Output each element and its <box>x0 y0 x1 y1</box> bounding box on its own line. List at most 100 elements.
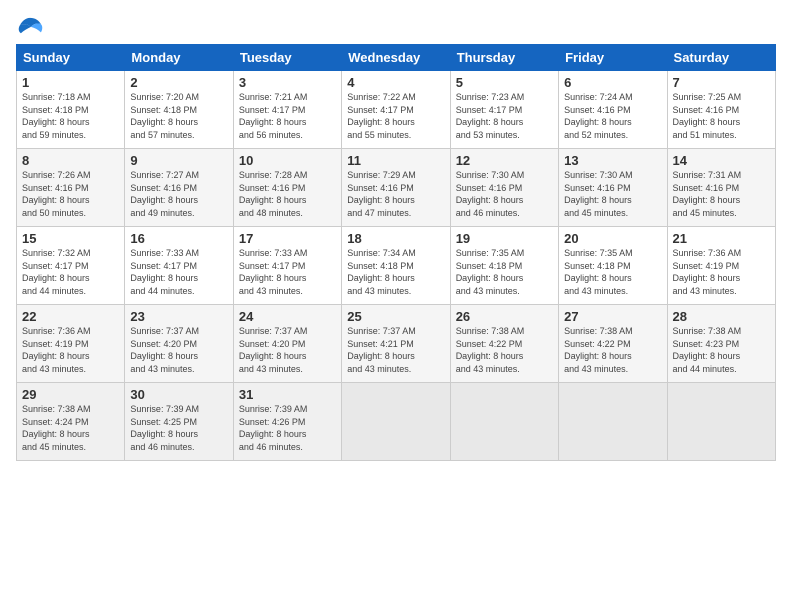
calendar-cell: 15Sunrise: 7:32 AM Sunset: 4:17 PM Dayli… <box>17 227 125 305</box>
day-number: 16 <box>130 231 227 246</box>
day-number: 28 <box>673 309 770 324</box>
day-info: Sunrise: 7:39 AM Sunset: 4:25 PM Dayligh… <box>130 403 227 453</box>
calendar-cell <box>559 383 667 461</box>
day-info: Sunrise: 7:22 AM Sunset: 4:17 PM Dayligh… <box>347 91 444 141</box>
day-info: Sunrise: 7:35 AM Sunset: 4:18 PM Dayligh… <box>564 247 661 297</box>
day-info: Sunrise: 7:37 AM Sunset: 4:21 PM Dayligh… <box>347 325 444 375</box>
calendar-header-wednesday: Wednesday <box>342 45 450 71</box>
day-number: 29 <box>22 387 119 402</box>
logo-area <box>16 16 46 36</box>
day-number: 15 <box>22 231 119 246</box>
calendar-week-row: 15Sunrise: 7:32 AM Sunset: 4:17 PM Dayli… <box>17 227 776 305</box>
page: SundayMondayTuesdayWednesdayThursdayFrid… <box>0 0 792 612</box>
calendar-header-saturday: Saturday <box>667 45 775 71</box>
day-number: 25 <box>347 309 444 324</box>
day-info: Sunrise: 7:28 AM Sunset: 4:16 PM Dayligh… <box>239 169 336 219</box>
day-number: 1 <box>22 75 119 90</box>
day-number: 27 <box>564 309 661 324</box>
calendar-cell: 31Sunrise: 7:39 AM Sunset: 4:26 PM Dayli… <box>233 383 341 461</box>
day-number: 8 <box>22 153 119 168</box>
day-info: Sunrise: 7:24 AM Sunset: 4:16 PM Dayligh… <box>564 91 661 141</box>
calendar-week-row: 8Sunrise: 7:26 AM Sunset: 4:16 PM Daylig… <box>17 149 776 227</box>
calendar-cell: 21Sunrise: 7:36 AM Sunset: 4:19 PM Dayli… <box>667 227 775 305</box>
day-number: 11 <box>347 153 444 168</box>
day-number: 26 <box>456 309 553 324</box>
logo <box>16 16 46 36</box>
day-info: Sunrise: 7:31 AM Sunset: 4:16 PM Dayligh… <box>673 169 770 219</box>
calendar-table: SundayMondayTuesdayWednesdayThursdayFrid… <box>16 44 776 461</box>
day-info: Sunrise: 7:18 AM Sunset: 4:18 PM Dayligh… <box>22 91 119 141</box>
day-info: Sunrise: 7:21 AM Sunset: 4:17 PM Dayligh… <box>239 91 336 141</box>
day-info: Sunrise: 7:20 AM Sunset: 4:18 PM Dayligh… <box>130 91 227 141</box>
calendar-cell: 10Sunrise: 7:28 AM Sunset: 4:16 PM Dayli… <box>233 149 341 227</box>
day-info: Sunrise: 7:39 AM Sunset: 4:26 PM Dayligh… <box>239 403 336 453</box>
calendar-cell: 14Sunrise: 7:31 AM Sunset: 4:16 PM Dayli… <box>667 149 775 227</box>
day-info: Sunrise: 7:30 AM Sunset: 4:16 PM Dayligh… <box>564 169 661 219</box>
day-number: 19 <box>456 231 553 246</box>
day-info: Sunrise: 7:27 AM Sunset: 4:16 PM Dayligh… <box>130 169 227 219</box>
day-number: 21 <box>673 231 770 246</box>
day-info: Sunrise: 7:29 AM Sunset: 4:16 PM Dayligh… <box>347 169 444 219</box>
calendar-cell: 13Sunrise: 7:30 AM Sunset: 4:16 PM Dayli… <box>559 149 667 227</box>
calendar-cell: 27Sunrise: 7:38 AM Sunset: 4:22 PM Dayli… <box>559 305 667 383</box>
calendar-header-monday: Monday <box>125 45 233 71</box>
day-info: Sunrise: 7:36 AM Sunset: 4:19 PM Dayligh… <box>22 325 119 375</box>
calendar-cell: 19Sunrise: 7:35 AM Sunset: 4:18 PM Dayli… <box>450 227 558 305</box>
day-number: 5 <box>456 75 553 90</box>
day-number: 18 <box>347 231 444 246</box>
day-number: 24 <box>239 309 336 324</box>
calendar-cell: 7Sunrise: 7:25 AM Sunset: 4:16 PM Daylig… <box>667 71 775 149</box>
calendar-cell: 26Sunrise: 7:38 AM Sunset: 4:22 PM Dayli… <box>450 305 558 383</box>
day-info: Sunrise: 7:25 AM Sunset: 4:16 PM Dayligh… <box>673 91 770 141</box>
logo-bird-icon <box>16 16 44 36</box>
calendar-header-friday: Friday <box>559 45 667 71</box>
calendar-week-row: 22Sunrise: 7:36 AM Sunset: 4:19 PM Dayli… <box>17 305 776 383</box>
calendar-cell: 4Sunrise: 7:22 AM Sunset: 4:17 PM Daylig… <box>342 71 450 149</box>
calendar-week-row: 1Sunrise: 7:18 AM Sunset: 4:18 PM Daylig… <box>17 71 776 149</box>
calendar-header-thursday: Thursday <box>450 45 558 71</box>
day-info: Sunrise: 7:38 AM Sunset: 4:22 PM Dayligh… <box>456 325 553 375</box>
calendar-cell: 23Sunrise: 7:37 AM Sunset: 4:20 PM Dayli… <box>125 305 233 383</box>
day-number: 20 <box>564 231 661 246</box>
day-number: 3 <box>239 75 336 90</box>
calendar-week-row: 29Sunrise: 7:38 AM Sunset: 4:24 PM Dayli… <box>17 383 776 461</box>
day-info: Sunrise: 7:37 AM Sunset: 4:20 PM Dayligh… <box>239 325 336 375</box>
calendar-cell <box>342 383 450 461</box>
day-info: Sunrise: 7:36 AM Sunset: 4:19 PM Dayligh… <box>673 247 770 297</box>
calendar-cell: 6Sunrise: 7:24 AM Sunset: 4:16 PM Daylig… <box>559 71 667 149</box>
calendar-cell: 11Sunrise: 7:29 AM Sunset: 4:16 PM Dayli… <box>342 149 450 227</box>
calendar-cell: 29Sunrise: 7:38 AM Sunset: 4:24 PM Dayli… <box>17 383 125 461</box>
day-info: Sunrise: 7:37 AM Sunset: 4:20 PM Dayligh… <box>130 325 227 375</box>
calendar-cell: 17Sunrise: 7:33 AM Sunset: 4:17 PM Dayli… <box>233 227 341 305</box>
calendar-cell: 28Sunrise: 7:38 AM Sunset: 4:23 PM Dayli… <box>667 305 775 383</box>
day-info: Sunrise: 7:38 AM Sunset: 4:23 PM Dayligh… <box>673 325 770 375</box>
day-info: Sunrise: 7:23 AM Sunset: 4:17 PM Dayligh… <box>456 91 553 141</box>
day-info: Sunrise: 7:38 AM Sunset: 4:24 PM Dayligh… <box>22 403 119 453</box>
calendar-cell: 24Sunrise: 7:37 AM Sunset: 4:20 PM Dayli… <box>233 305 341 383</box>
day-number: 9 <box>130 153 227 168</box>
calendar-cell: 2Sunrise: 7:20 AM Sunset: 4:18 PM Daylig… <box>125 71 233 149</box>
day-info: Sunrise: 7:35 AM Sunset: 4:18 PM Dayligh… <box>456 247 553 297</box>
day-number: 23 <box>130 309 227 324</box>
day-info: Sunrise: 7:26 AM Sunset: 4:16 PM Dayligh… <box>22 169 119 219</box>
day-info: Sunrise: 7:30 AM Sunset: 4:16 PM Dayligh… <box>456 169 553 219</box>
calendar-cell: 5Sunrise: 7:23 AM Sunset: 4:17 PM Daylig… <box>450 71 558 149</box>
day-info: Sunrise: 7:38 AM Sunset: 4:22 PM Dayligh… <box>564 325 661 375</box>
day-number: 31 <box>239 387 336 402</box>
day-number: 13 <box>564 153 661 168</box>
header <box>16 16 776 36</box>
day-number: 10 <box>239 153 336 168</box>
day-info: Sunrise: 7:34 AM Sunset: 4:18 PM Dayligh… <box>347 247 444 297</box>
day-info: Sunrise: 7:33 AM Sunset: 4:17 PM Dayligh… <box>130 247 227 297</box>
day-number: 22 <box>22 309 119 324</box>
day-number: 17 <box>239 231 336 246</box>
calendar-header-sunday: Sunday <box>17 45 125 71</box>
day-info: Sunrise: 7:32 AM Sunset: 4:17 PM Dayligh… <box>22 247 119 297</box>
calendar-cell: 12Sunrise: 7:30 AM Sunset: 4:16 PM Dayli… <box>450 149 558 227</box>
day-number: 30 <box>130 387 227 402</box>
calendar-cell <box>450 383 558 461</box>
calendar-cell: 16Sunrise: 7:33 AM Sunset: 4:17 PM Dayli… <box>125 227 233 305</box>
calendar-header-row: SundayMondayTuesdayWednesdayThursdayFrid… <box>17 45 776 71</box>
day-number: 2 <box>130 75 227 90</box>
calendar-cell: 20Sunrise: 7:35 AM Sunset: 4:18 PM Dayli… <box>559 227 667 305</box>
